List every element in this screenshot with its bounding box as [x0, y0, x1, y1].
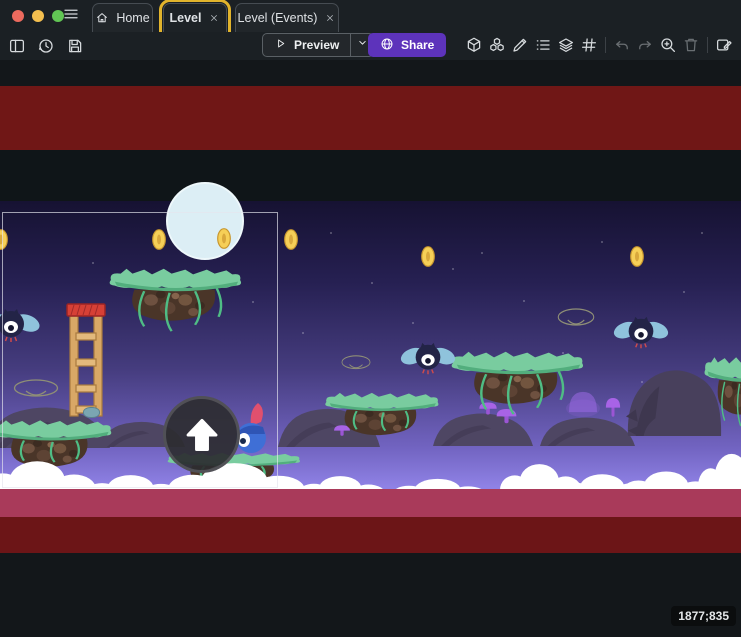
- jump-arrow-button[interactable]: [163, 396, 240, 473]
- redo-icon: [635, 34, 655, 56]
- coin[interactable]: [630, 246, 644, 267]
- toolbar-divider: [605, 37, 606, 53]
- bat[interactable]: [612, 314, 670, 352]
- hamburger-icon: [62, 5, 80, 28]
- object-groups-icon[interactable]: [487, 34, 507, 56]
- platform[interactable]: [703, 352, 741, 440]
- tab-level[interactable]: Level: [163, 3, 227, 32]
- ufo[interactable]: [557, 308, 595, 328]
- minimize-window-button[interactable]: [32, 10, 44, 22]
- close-window-button[interactable]: [12, 10, 24, 22]
- up-arrow-icon: [179, 412, 225, 458]
- pink-ground-band[interactable]: [0, 489, 741, 517]
- preview-button-main[interactable]: Preview: [263, 34, 350, 56]
- coin[interactable]: [284, 229, 298, 250]
- right-tools: [464, 33, 734, 57]
- tab-label: Level: [170, 11, 202, 25]
- zoom-in-icon[interactable]: [658, 34, 678, 56]
- hamburger-menu-button[interactable]: [60, 6, 82, 26]
- coin[interactable]: [421, 246, 435, 267]
- platform[interactable]: [323, 389, 441, 454]
- undo-icon: [612, 34, 632, 56]
- delete-icon: [681, 34, 701, 56]
- app-window: 1877;835 Home Level Level (Events) Previ…: [0, 0, 741, 637]
- platform[interactable]: [449, 347, 586, 427]
- preview-button[interactable]: Preview: [262, 33, 374, 57]
- tab-label: Home: [116, 11, 149, 25]
- edit-icon[interactable]: [510, 34, 530, 56]
- red-band-bottom[interactable]: [0, 517, 741, 553]
- scene-editor-canvas[interactable]: 1877;835: [0, 0, 741, 637]
- bat[interactable]: [400, 340, 456, 378]
- save-icon[interactable]: [65, 35, 85, 57]
- toolbar: Preview Share: [0, 32, 741, 60]
- layers-icon[interactable]: [556, 34, 576, 56]
- instances-list-icon[interactable]: [533, 34, 553, 56]
- play-icon: [274, 37, 287, 53]
- preview-label: Preview: [294, 38, 339, 52]
- left-tools: [7, 34, 85, 58]
- tab-home[interactable]: Home: [92, 3, 153, 32]
- close-icon[interactable]: [208, 12, 220, 24]
- editors-panel-icon[interactable]: [7, 35, 27, 57]
- cursor-coordinates-badge: 1877;835: [671, 606, 736, 626]
- globe-icon: [380, 37, 394, 54]
- toolbar-divider: [707, 37, 708, 53]
- titlebar: Home Level Level (Events): [0, 0, 741, 32]
- share-label: Share: [401, 38, 434, 52]
- chevron-down-icon: [356, 36, 369, 54]
- mushroom[interactable]: [604, 394, 622, 419]
- share-button[interactable]: Share: [368, 33, 446, 57]
- grid-icon[interactable]: [579, 34, 599, 56]
- add-object-icon[interactable]: [464, 34, 484, 56]
- history-icon[interactable]: [36, 35, 56, 57]
- ufo[interactable]: [341, 355, 371, 371]
- tab-label: Level (Events): [238, 11, 318, 25]
- tab-level-events[interactable]: Level (Events): [235, 3, 339, 32]
- edit-scene-properties-icon[interactable]: [714, 34, 734, 56]
- close-icon[interactable]: [324, 12, 336, 24]
- home-icon: [95, 11, 109, 25]
